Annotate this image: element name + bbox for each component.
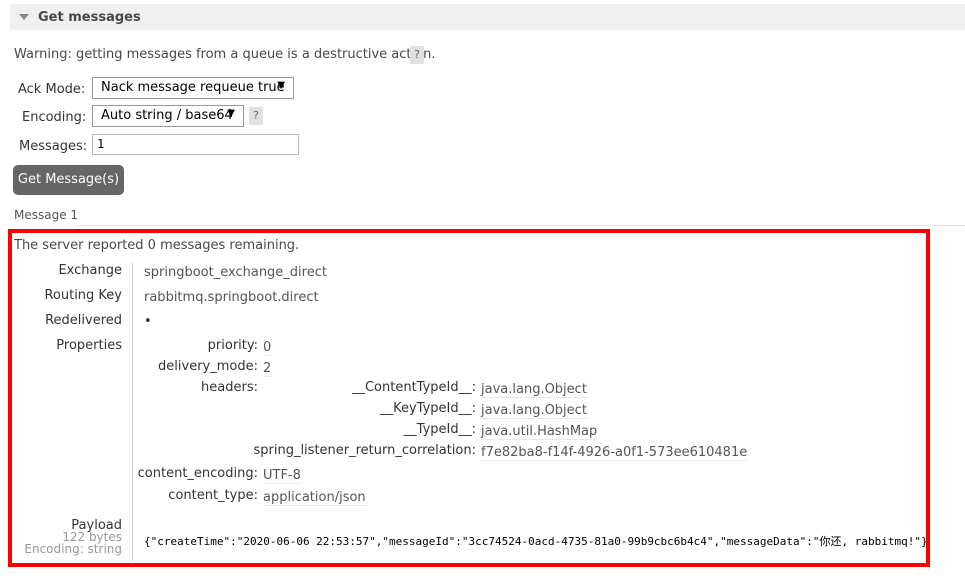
get-messages-header[interactable]: Get messages xyxy=(10,4,965,30)
header-value: f7e82ba8-f14f-4926-a0f1-573ee610481e xyxy=(481,445,748,461)
remaining-text: The server reported 0 messages remaining… xyxy=(14,238,300,253)
delivery-mode-label: delivery_mode: xyxy=(158,359,258,374)
payload-value: {"createTime":"2020-06-06 22:53:57","mes… xyxy=(144,535,928,548)
encoding-select[interactable]: Auto string / base64 ▼ xyxy=(92,105,244,127)
dropdown-arrow-icon: ▼ xyxy=(277,80,285,91)
ack-mode-label: Ack Mode: xyxy=(18,82,86,97)
ack-mode-select[interactable]: Nack message requeue true ▼ xyxy=(92,77,294,99)
message-divider xyxy=(75,225,965,226)
routing-key-label: Routing Key xyxy=(44,288,122,303)
encoding-help-icon[interactable]: ? xyxy=(249,107,263,125)
header-key: __ContentTypeId__: xyxy=(351,380,476,395)
collapse-triangle-icon[interactable] xyxy=(19,14,29,20)
warning-help-icon[interactable]: ? xyxy=(410,46,424,64)
header-key: __TypeId__: xyxy=(403,422,476,437)
dropdown-arrow-icon: ▼ xyxy=(227,108,235,119)
header-value: java.lang.Object xyxy=(481,382,587,398)
header-value: java.util.HashMap xyxy=(481,424,598,440)
headers-label: headers: xyxy=(201,380,258,395)
ack-mode-value: Nack message requeue true xyxy=(101,80,285,95)
get-messages-button[interactable]: Get Message(s) xyxy=(13,165,124,195)
properties-label: Properties xyxy=(56,338,122,353)
content-encoding-value: UTF-8 xyxy=(263,468,301,484)
delivery-mode-value: 2 xyxy=(263,361,272,377)
exchange-label: Exchange xyxy=(58,263,122,278)
payload-encoding: Encoding: string xyxy=(24,542,122,556)
messages-input[interactable]: 1 xyxy=(92,134,299,155)
content-encoding-label: content_encoding: xyxy=(137,466,258,481)
content-type-label: content_type: xyxy=(168,488,258,503)
priority-value: 0 xyxy=(263,340,272,356)
warning-text: Warning: getting messages from a queue i… xyxy=(14,47,436,62)
header-key: spring_listener_return_correlation: xyxy=(253,443,476,458)
encoding-label: Encoding: xyxy=(22,110,87,125)
header-value: java.lang.Object xyxy=(481,403,587,419)
field-divider xyxy=(132,263,133,561)
exchange-value: springboot_exchange_direct xyxy=(144,265,327,280)
redelivered-label: Redelivered xyxy=(45,313,122,328)
header-key: __KeyTypeId__: xyxy=(380,401,476,416)
section-title: Get messages xyxy=(38,10,141,25)
messages-label: Messages: xyxy=(19,139,88,154)
redelivered-value: • xyxy=(144,314,152,329)
message-label: Message 1 xyxy=(14,208,79,222)
routing-key-value: rabbitmq.springboot.direct xyxy=(144,290,319,305)
encoding-value: Auto string / base64 xyxy=(101,108,233,123)
priority-label: priority: xyxy=(207,338,258,353)
content-type-value: application/json xyxy=(263,490,366,506)
